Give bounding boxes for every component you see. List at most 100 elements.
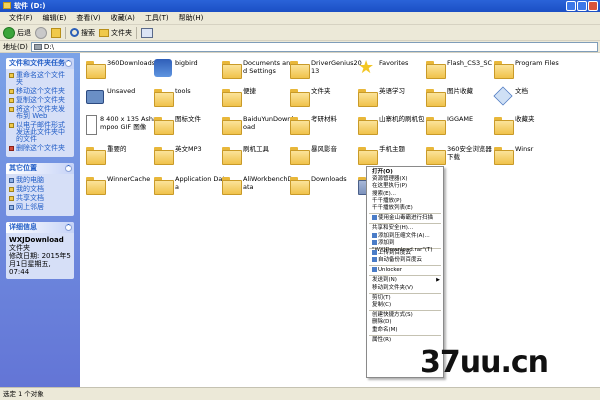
context-menu-item[interactable]: 移动到文件夹(V) (367, 285, 443, 292)
file-item[interactable]: ★ Favorites (358, 59, 430, 87)
file-item[interactable]: 暴风影音 (290, 145, 362, 173)
collapse-icon[interactable]: ^ (65, 224, 72, 231)
file-item[interactable]: WinnerCache (86, 175, 158, 203)
folder-icon (86, 147, 106, 165)
file-item[interactable]: BaiduYunDownload (222, 115, 294, 143)
place-label: 我的文档 (16, 185, 44, 193)
menu-help[interactable]: 帮助(H) (174, 12, 209, 24)
back-button[interactable]: 后退 (3, 26, 31, 39)
forward-button[interactable] (35, 26, 47, 39)
menu-edit[interactable]: 编辑(E) (38, 12, 72, 24)
close-button[interactable] (588, 1, 598, 11)
folders-button[interactable]: 文件夹 (99, 28, 132, 38)
context-menu-item[interactable]: 搜索(E)... (367, 191, 443, 198)
collapse-icon[interactable]: ^ (65, 60, 72, 67)
minimize-button[interactable] (566, 1, 576, 11)
place-my-computer[interactable]: 我的电脑 (9, 177, 71, 184)
menu-item-label: 复制(C) (372, 302, 392, 308)
file-item[interactable]: 8 400 x 135 Ashampoo GIF 图像 (86, 115, 158, 143)
menu-view[interactable]: 查看(V) (71, 12, 105, 24)
context-menu-item[interactable]: 添加到压缩文件(A)... (367, 232, 443, 240)
place-shared-documents[interactable]: 共享文档 (9, 195, 71, 202)
file-item[interactable]: 收藏夹 (494, 115, 566, 143)
context-menu-item[interactable]: Unlocker (367, 267, 443, 274)
file-item[interactable]: 文件夹 (290, 87, 362, 115)
file-name: 收藏夹 (515, 115, 535, 123)
file-item[interactable]: DriverGenius2013 (290, 59, 362, 87)
up-folder-button[interactable] (51, 27, 61, 38)
context-menu-item[interactable]: 重命名(M) (367, 327, 443, 334)
context-menu-item[interactable]: 剪切(T) (367, 295, 443, 302)
file-view[interactable]: 360Downloads bigbird Documents and Setting… (80, 53, 600, 387)
task-delete[interactable]: 删除这个文件夹 (9, 145, 71, 152)
other-places-header[interactable]: 其它位置 ^ (6, 163, 74, 174)
file-item[interactable]: 便捷 (222, 87, 294, 115)
delete-icon (9, 146, 14, 151)
address-input[interactable]: D:\ (30, 41, 598, 52)
task-rename[interactable]: 重命名这个文件夹 (9, 72, 71, 86)
file-item[interactable]: 重要的 (86, 145, 158, 173)
views-button[interactable] (141, 27, 153, 38)
menu-tools[interactable]: 工具(T) (140, 12, 174, 24)
file-item[interactable]: Application Data (154, 175, 226, 203)
context-menu-item[interactable]: 添加到 "WXJDownload.rar"(T) (367, 239, 443, 253)
context-menu-item[interactable]: 删除(D) (367, 319, 443, 326)
detail-name: WXJDownload (9, 236, 64, 244)
file-item[interactable]: 英文MP3 (154, 145, 226, 173)
file-item[interactable]: 山寨机的刷机包 (358, 115, 430, 143)
file-item[interactable]: 考研材料 (290, 115, 362, 143)
menu-item-icon (372, 257, 377, 263)
context-menu-item[interactable]: 属性(R) (367, 337, 443, 344)
rename-icon (9, 73, 14, 78)
status-bar: 选定 1 个对象 (0, 387, 600, 400)
file-item[interactable]: Unsaved (86, 87, 158, 115)
file-name: 山寨机的刷机包 (379, 115, 425, 123)
file-item[interactable]: 英语学习 (358, 87, 430, 115)
maximize-button[interactable] (577, 1, 587, 11)
menu-item-label: 千千播放列表(E) (372, 204, 413, 211)
other-places-panel: 其它位置 ^ 我的电脑 我的文档 共享文档 网上邻居 (6, 163, 74, 216)
file-item[interactable]: 文档 (493, 86, 566, 115)
menu-item-label: 上传到百度云 (378, 249, 412, 256)
file-tasks-header[interactable]: 文件和文件夹任务 ^ (6, 58, 74, 69)
folder-icon (154, 89, 174, 107)
watermark-logo: 37uu.cn (420, 345, 549, 380)
place-my-documents[interactable]: 我的文档 (9, 186, 71, 193)
menu-favorites[interactable]: 收藏(A) (106, 12, 140, 24)
task-copy[interactable]: 复制这个文件夹 (9, 97, 71, 104)
file-name: Downloads (311, 175, 347, 183)
menu-file[interactable]: 文件(F) (4, 12, 38, 24)
file-name: 重要的 (107, 145, 127, 153)
context-menu-item[interactable]: 上传到百度云 (367, 249, 443, 257)
file-item[interactable]: 360Downloads (86, 59, 158, 87)
file-item[interactable]: Program Files (494, 59, 566, 87)
file-item[interactable]: IGGAME (426, 115, 498, 143)
context-menu-item[interactable]: 自动备份到百度云 (367, 257, 443, 264)
file-name: 图片收藏 (447, 87, 473, 95)
context-menu-item[interactable]: 复制(C) (367, 302, 443, 309)
file-item[interactable]: Downloads (290, 175, 362, 203)
menu-item-label: 发送到(N) (372, 277, 397, 284)
file-item[interactable]: 刷机工具 (222, 145, 294, 173)
task-email[interactable]: 以电子邮件形式发送此文件夹中的文件 (9, 122, 71, 143)
context-menu-item[interactable]: 在这里执行(P) (367, 183, 443, 190)
file-item[interactable]: Flash_CS3_SC (426, 59, 498, 87)
search-button[interactable]: 搜索 (70, 28, 95, 38)
file-item[interactable]: 图标文件 (154, 115, 226, 143)
collapse-icon[interactable]: ^ (65, 165, 72, 172)
task-publish[interactable]: 将这个文件夹发布到 Web (9, 106, 71, 120)
place-network[interactable]: 网上邻居 (9, 204, 71, 211)
file-item[interactable]: Winsr (494, 145, 566, 173)
file-item[interactable]: tools (154, 87, 226, 115)
context-menu-item[interactable]: 使用金山毒霸进行扫描 (367, 215, 443, 222)
task-move[interactable]: 移动这个文件夹 (9, 88, 71, 95)
file-item[interactable]: AliWorkbenchData (222, 175, 294, 203)
details-header[interactable]: 详细信息 ^ (6, 222, 74, 233)
context-menu-item[interactable]: 千千播放列表(E) (367, 205, 443, 212)
file-item[interactable]: 图片收藏 (426, 87, 498, 115)
context-menu-item[interactable]: 千千播放(P) (367, 198, 443, 205)
context-menu-item[interactable]: 发送到(N) ▶ (367, 277, 443, 284)
file-item[interactable]: Documents and Settings (222, 59, 294, 87)
file-item[interactable]: bigbird (154, 59, 226, 87)
context-menu-item[interactable]: 共享和安全(H)... (367, 225, 443, 232)
